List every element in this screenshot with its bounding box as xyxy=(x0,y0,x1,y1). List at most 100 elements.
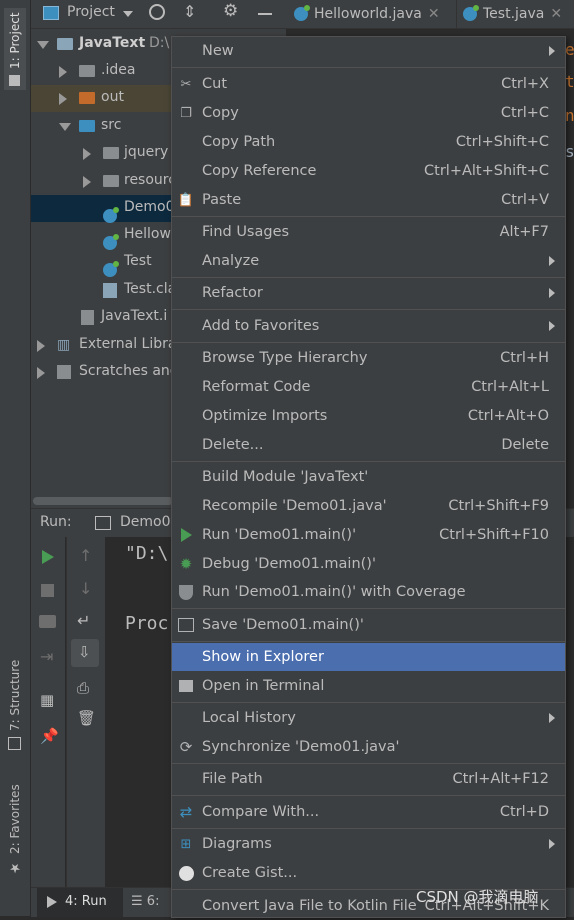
copy-icon: ❐ xyxy=(180,105,192,121)
expand-arrow-icon[interactable] xyxy=(59,93,67,105)
menu-item-add-to-favorites[interactable]: Add to Favorites xyxy=(172,312,565,340)
menu-item-delete[interactable]: Delete... Delete xyxy=(172,431,565,459)
tab-helloworld[interactable]: Helloworld.java ✕ xyxy=(294,0,440,28)
camera-icon[interactable] xyxy=(39,615,56,628)
arrow-up-icon[interactable]: ↑ xyxy=(79,546,92,565)
menu-item-cut[interactable]: ✂ Cut Ctrl+X xyxy=(172,70,565,98)
menu-label: Find Usages xyxy=(202,224,290,240)
rerun-icon[interactable] xyxy=(42,550,54,564)
menu-item-optimize-imports[interactable]: Optimize Imports Ctrl+Alt+O xyxy=(172,402,565,430)
tab-test[interactable]: Test.java ✕ xyxy=(456,0,562,28)
menu-item-copy-reference[interactable]: Copy Reference Ctrl+Alt+Shift+C xyxy=(172,157,565,185)
menu-label: Open in Terminal xyxy=(202,678,325,694)
project-tool-label: 1: Project xyxy=(8,12,22,69)
print-icon[interactable]: ⎙ xyxy=(77,679,89,697)
menu-shortcut: Ctrl+Shift+C xyxy=(455,134,549,150)
menu-item-local-history[interactable]: Local History xyxy=(172,704,565,732)
menu-label: Analyze xyxy=(202,253,260,269)
run-tool-tab[interactable]: 4: Run xyxy=(37,888,123,917)
watermark: CSDN @我滴电脑 xyxy=(416,888,539,906)
tab-label: Helloworld.java xyxy=(314,6,422,22)
tab-label: Test.java xyxy=(483,6,545,22)
submenu-arrow-icon xyxy=(549,321,555,331)
collapse-all-icon[interactable]: ⇕ xyxy=(183,2,196,21)
compare-icon: ⇄ xyxy=(179,803,193,821)
project-view-title[interactable]: Project xyxy=(67,4,115,20)
github-icon xyxy=(178,865,194,881)
menu-item-synchronize[interactable]: ⟳ Synchronize 'Demo01.java' xyxy=(172,733,565,761)
scroll-to-end-icon[interactable]: ⇩ xyxy=(71,639,99,667)
menu-item-open-in-terminal[interactable]: Open in Terminal xyxy=(172,672,565,700)
todo-tool-label: 6: xyxy=(146,894,160,909)
menu-separator xyxy=(172,277,565,278)
expand-arrow-icon[interactable] xyxy=(83,148,91,160)
menu-item-browse-type-hierarchy[interactable]: Browse Type Hierarchy Ctrl+H xyxy=(172,344,565,372)
tree-label: src xyxy=(101,117,122,133)
menu-item-find-usages[interactable]: Find Usages Alt+F7 xyxy=(172,218,565,246)
menu-shortcut: Ctrl+D xyxy=(499,804,549,820)
menu-item-run-with-coverage[interactable]: Run 'Demo01.main()' with Coverage xyxy=(172,578,565,606)
trash-icon[interactable]: 🗑 xyxy=(77,709,96,727)
menu-item-analyze[interactable]: Analyze xyxy=(172,247,565,275)
todo-tool-tab[interactable]: ☰ 6: xyxy=(131,894,159,909)
menu-label: Synchronize 'Demo01.java' xyxy=(202,739,400,755)
package-icon xyxy=(103,147,119,159)
menu-item-recompile[interactable]: Recompile 'Demo01.java' Ctrl+Shift+F9 xyxy=(172,492,565,520)
project-tool-tab[interactable]: 1: Project xyxy=(4,8,26,90)
structure-icon xyxy=(8,737,22,750)
expand-arrow-icon[interactable] xyxy=(37,41,49,49)
tree-label: Demo0 xyxy=(124,199,175,215)
expand-arrow-icon[interactable] xyxy=(59,66,67,78)
menu-item-show-in-explorer[interactable]: Show in Explorer xyxy=(172,643,565,671)
menu-item-compare-with[interactable]: ⇄ Compare With... Ctrl+D xyxy=(172,798,565,826)
menu-item-save[interactable]: Save 'Demo01.main()' xyxy=(172,611,565,639)
menu-item-reformat-code[interactable]: Reformat Code Ctrl+Alt+L xyxy=(172,373,565,401)
stop-icon[interactable] xyxy=(41,584,54,597)
star-icon: ★ xyxy=(7,860,23,875)
tree-label: out xyxy=(101,89,124,105)
menu-shortcut: Ctrl+V xyxy=(501,192,549,208)
expand-arrow-icon[interactable] xyxy=(37,340,45,352)
tree-label: resourc xyxy=(124,172,176,188)
restore-layout-icon[interactable]: ⇥ xyxy=(40,647,53,666)
tree-label: External Libra xyxy=(79,336,177,352)
horizontal-scrollbar[interactable] xyxy=(33,497,173,505)
menu-item-copy-path[interactable]: Copy Path Ctrl+Shift+C xyxy=(172,128,565,156)
menu-item-new[interactable]: New xyxy=(172,37,565,65)
gear-icon[interactable]: ⚙ xyxy=(223,1,238,21)
menu-item-refactor[interactable]: Refactor xyxy=(172,279,565,307)
submenu-arrow-icon xyxy=(549,256,555,266)
menu-item-build-module[interactable]: Build Module 'JavaText' xyxy=(172,463,565,491)
locate-icon[interactable] xyxy=(149,4,165,20)
menu-item-file-path[interactable]: File Path Ctrl+Alt+F12 xyxy=(172,765,565,793)
pin-icon[interactable]: 📌 xyxy=(40,727,59,745)
context-menu: New ✂ Cut Ctrl+X ❐ Copy Ctrl+C Copy Path… xyxy=(171,36,566,918)
chevron-down-icon[interactable] xyxy=(123,11,133,17)
menu-shortcut: Alt+F7 xyxy=(499,224,549,240)
close-icon[interactable]: ✕ xyxy=(428,6,440,22)
menu-separator xyxy=(172,702,565,703)
menu-item-copy[interactable]: ❐ Copy Ctrl+C xyxy=(172,99,565,127)
hide-icon[interactable] xyxy=(258,13,272,15)
close-icon[interactable]: ✕ xyxy=(550,6,562,22)
soft-wrap-icon[interactable]: ↵ xyxy=(77,611,90,630)
left-tool-strip: 1: Project 7: Structure ★ 2: Favorites xyxy=(0,0,31,916)
expand-arrow-icon[interactable] xyxy=(83,176,91,188)
menu-separator xyxy=(172,461,565,462)
expand-arrow-icon[interactable] xyxy=(37,367,45,379)
favorites-tool-tab[interactable]: ★ 2: Favorites xyxy=(4,780,26,875)
expand-arrow-icon[interactable] xyxy=(59,123,71,131)
project-panel-header: Project ⇕ ⚙ xyxy=(31,0,286,29)
menu-item-run[interactable]: Run 'Demo01.main()' Ctrl+Shift+F10 xyxy=(172,521,565,549)
arrow-down-icon[interactable]: ↓ xyxy=(79,579,92,598)
menu-item-diagrams[interactable]: ⊞ Diagrams xyxy=(172,830,565,858)
menu-label: Build Module 'JavaText' xyxy=(202,469,369,485)
java-class-icon xyxy=(294,5,310,21)
tree-label: Test.cla xyxy=(124,281,177,297)
menu-item-paste[interactable]: 📋 Paste Ctrl+V xyxy=(172,186,565,214)
menu-item-create-gist[interactable]: Create Gist... xyxy=(172,859,565,887)
menu-item-debug[interactable]: ✹ Debug 'Demo01.main()' xyxy=(172,550,565,578)
layout-icon[interactable]: ▦ xyxy=(40,691,54,709)
menu-shortcut: Ctrl+Alt+O xyxy=(467,408,549,424)
structure-tool-tab[interactable]: 7: Structure xyxy=(4,655,26,750)
